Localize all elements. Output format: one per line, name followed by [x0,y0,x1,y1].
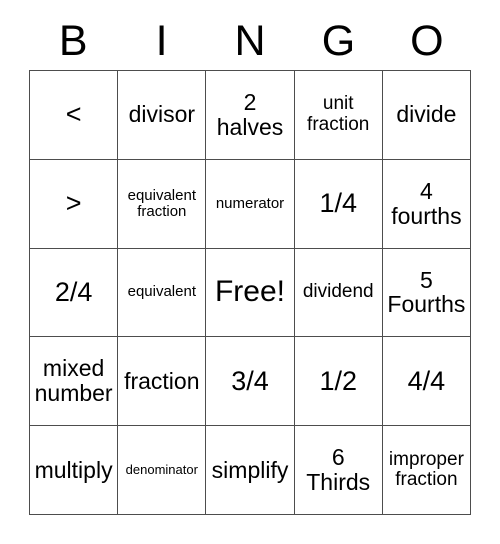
bingo-cell-label: improper fraction [388,448,464,491]
bingo-cell[interactable]: 4/4 [382,337,472,427]
bingo-cell-label: 1/4 [319,188,357,219]
header-letter-i: I [155,16,168,65]
bingo-cell[interactable]: mixed number [30,337,119,427]
bingo-cell-label: equivalent [127,283,196,301]
bingo-cell-label: multiply [34,456,113,483]
bingo-cell-label: 2 halves [216,89,284,140]
bingo-row: > equivalent fraction numerator 1/4 4 four… [30,159,472,249]
header-letter-o: O [410,16,444,65]
bingo-cell-label: 4/4 [407,365,446,396]
bingo-cell-label: equivalent fraction [127,186,196,220]
bingo-cell[interactable]: fraction [118,337,207,427]
bingo-cell-label: unit fraction [307,93,370,135]
bingo-cell-label: > [65,188,82,219]
bingo-row: mixed number fraction 3/4 1/2 4/4 [30,337,472,427]
bingo-cell-label: 1/2 [319,365,357,396]
bingo-cell-label: numerator [215,194,285,212]
bingo-header-row: B I N G O [29,14,471,68]
bingo-cell-label: fraction [124,367,200,394]
bingo-row: multiply denominator simplify 6 Thirds im… [30,426,472,515]
bingo-cell[interactable]: unit fraction [294,71,383,160]
bingo-cell-label: < [65,99,82,130]
bingo-cell[interactable]: equivalent fraction [118,159,207,249]
bingo-cell-label: 2/4 [54,276,93,307]
header-letter-n: N [234,16,266,65]
bingo-cell[interactable]: improper fraction [382,426,472,515]
bingo-cell[interactable]: divisor [118,71,207,160]
header-letter-b: B [58,16,88,65]
bingo-cell-label: 3/4 [231,365,269,396]
bingo-cell[interactable]: dividend [294,248,383,338]
bingo-cell[interactable]: 4 fourths [382,159,472,249]
bingo-cell[interactable]: 1/2 [294,337,383,427]
header-letter-g: G [321,16,356,65]
bingo-cell-label: denominator [125,462,198,478]
bingo-cell[interactable]: 1/4 [294,159,383,249]
bingo-cell[interactable]: multiply [30,426,119,515]
bingo-cell[interactable]: denominator [118,426,207,515]
bingo-cell[interactable]: 3/4 [206,337,295,427]
bingo-row: < divisor 2 halves unit fraction divide [30,71,472,160]
bingo-cell-label: 6 Thirds [306,444,371,496]
bingo-cell[interactable]: < [30,71,119,160]
bingo-cell[interactable]: 6 Thirds [294,426,383,515]
bingo-cell[interactable]: > [30,159,119,249]
bingo-cell-label: divisor [128,101,196,128]
bingo-cell[interactable]: 2 halves [206,71,295,160]
bingo-cell-label: dividend [302,281,374,303]
bingo-cell[interactable]: 2/4 [30,248,119,338]
bingo-cell[interactable]: numerator [206,159,295,249]
bingo-cell[interactable]: divide [382,71,472,160]
bingo-cell-label: Free! [214,275,286,309]
bingo-grid: < divisor 2 halves unit fraction divide > … [29,70,472,515]
bingo-cell-label: 5 Fourths [387,266,466,318]
bingo-cell-label: 4 fourths [391,177,462,229]
bingo-card: B I N G O < divisor 2 halves unit fraction… [0,0,500,544]
bingo-cell-label: mixed number [34,355,113,407]
bingo-cell-label: divide [396,101,457,128]
bingo-row: 2/4 equivalent Free! dividend 5 Fourths [30,248,472,338]
bingo-cell[interactable]: simplify [206,426,295,515]
bingo-cell[interactable]: 5 Fourths [382,248,472,338]
bingo-cell[interactable]: equivalent [118,248,207,338]
bingo-cell-free[interactable]: Free! [206,248,295,338]
bingo-cell-label: simplify [211,456,289,483]
